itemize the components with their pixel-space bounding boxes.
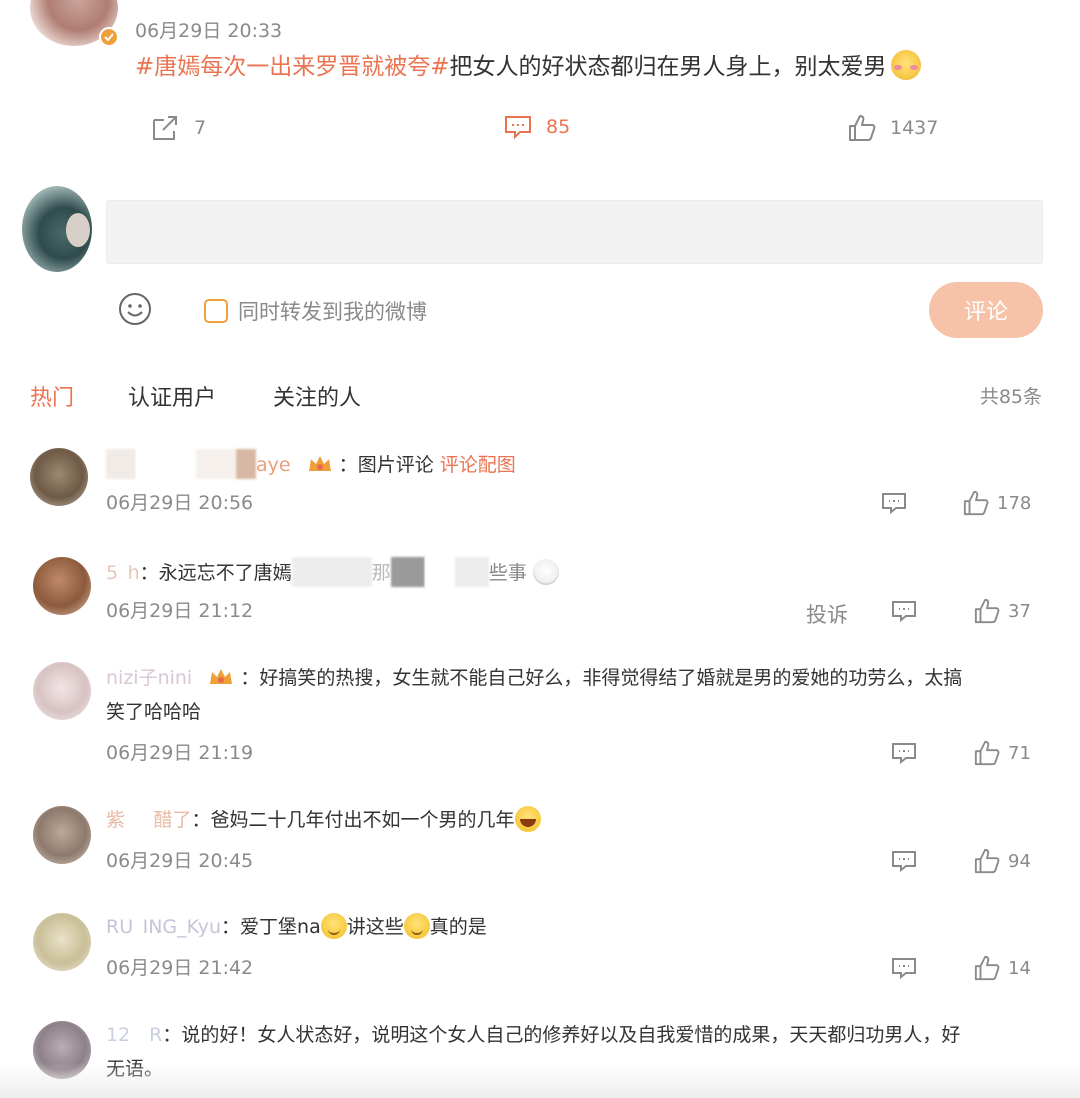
- comment-text: 爸妈二十几年付出不如一个男的几年: [210, 809, 515, 831]
- comment-row: nizi子nini ：好搞笑的热搜，女生就不能自己好么，非得觉得结了婚就是男的爱…: [106, 667, 963, 689]
- comment-like-count: 94: [1008, 850, 1031, 872]
- comment-total: 共85条: [979, 386, 1042, 408]
- tab-followed[interactable]: 关注的人: [273, 380, 361, 412]
- smile-emoji-icon: [403, 913, 430, 939]
- like-count: 1437: [890, 117, 939, 139]
- comment-like-button[interactable]: 14: [974, 955, 1031, 981]
- comment-like-count: 37: [1008, 600, 1031, 622]
- comment-like-count: 14: [1008, 957, 1031, 979]
- comment-timestamp: 06月29日 21:19: [106, 742, 254, 764]
- comment-author[interactable]: RU ING_Kyu: [106, 916, 221, 938]
- like-icon: [974, 598, 1000, 624]
- comment-image-link[interactable]: 评论配图: [440, 454, 516, 476]
- tab-verified-users[interactable]: 认证用户: [128, 380, 216, 412]
- scroll-fade: [0, 1062, 1080, 1098]
- repost-checkbox-label: 同时转发到我的微博: [238, 300, 427, 324]
- comment-icon: [505, 116, 531, 140]
- panda-emoji-icon: [532, 559, 559, 585]
- like-button[interactable]: 1437: [848, 114, 938, 142]
- like-icon: [849, 115, 876, 141]
- comment-icon: [892, 601, 916, 623]
- comment-avatar[interactable]: [33, 662, 91, 720]
- laugh-emoji-icon: [514, 806, 541, 832]
- like-icon: [963, 490, 989, 516]
- current-user-avatar-detail: [66, 213, 90, 247]
- post-timestamp: 06月29日 20:33: [135, 20, 283, 42]
- comment-button[interactable]: 85: [504, 114, 570, 140]
- comment-icon: [892, 958, 916, 980]
- post-content: #唐嫣每次一出来罗晋就被夸#把女人的好状态都归在男人身上，别太爱男: [135, 50, 921, 82]
- like-icon: [974, 848, 1000, 874]
- repost-button[interactable]: 7: [150, 114, 206, 142]
- reply-button[interactable]: [891, 741, 917, 769]
- comment-text: 图片评论: [357, 454, 434, 476]
- comment-like-count: 71: [1008, 742, 1031, 764]
- comment-icon: [892, 851, 916, 873]
- comment-row: 紫 醋了：爸妈二十几年付出不如一个男的几年: [106, 806, 541, 834]
- like-icon: [974, 955, 1000, 981]
- smile-emoji-icon: [320, 913, 347, 939]
- like-icon: [974, 740, 1000, 766]
- emoji-icon: [119, 293, 151, 325]
- comment-text-continued: 笑了哈哈哈: [106, 701, 202, 723]
- comment-icon: [882, 493, 906, 515]
- comment-row: 12 R：说的好！女人状态好，说明这个女人自己的修养好以及自我爱惜的成果，天天都…: [106, 1024, 961, 1046]
- comment-like-button[interactable]: 94: [974, 848, 1031, 874]
- comment-text: 好搞笑的热搜，女生就不能自己好么，非得觉得结了婚就是男的爱她的功劳么，太搞: [259, 667, 963, 689]
- comment-row: aye ：图片评论 评论配图: [106, 449, 516, 479]
- comment-like-button[interactable]: 178: [963, 490, 1031, 516]
- reply-button[interactable]: [891, 956, 917, 984]
- comment-author[interactable]: 紫 醋了: [106, 809, 192, 831]
- comment-avatar[interactable]: [30, 448, 88, 506]
- verified-badge-icon: [99, 27, 119, 47]
- comment-author[interactable]: 12 R: [106, 1024, 162, 1046]
- tab-hot[interactable]: 热门: [30, 380, 74, 412]
- comment-author[interactable]: nizi子nini: [106, 667, 192, 689]
- comment-like-button[interactable]: 37: [974, 598, 1031, 624]
- report-button[interactable]: 投诉: [806, 599, 848, 629]
- reply-button[interactable]: [891, 599, 917, 627]
- comment-timestamp: 06月29日 20:56: [106, 492, 254, 514]
- comment-timestamp: 06月29日 20:45: [106, 850, 254, 872]
- emoji-picker-button[interactable]: [118, 292, 152, 326]
- post-body: 把女人的好状态都归在男人身上，别太爱男: [449, 54, 887, 80]
- comment-input[interactable]: [106, 200, 1043, 264]
- comment-author[interactable]: 5 h: [106, 562, 140, 584]
- reply-button[interactable]: [891, 849, 917, 877]
- comment-avatar[interactable]: [33, 913, 91, 971]
- repost-count: 7: [194, 117, 207, 139]
- comment-timestamp: 06月29日 21:12: [106, 600, 254, 622]
- comment-row: 5 h：永远忘不了唐嫣那些事: [106, 557, 559, 587]
- comment-timestamp: 06月29日 21:42: [106, 957, 254, 979]
- post-topic-link[interactable]: #唐嫣每次一出来罗晋就被夸#: [135, 54, 450, 80]
- comment-count: 85: [546, 116, 571, 138]
- comment-text: 说的好！女人状态好，说明这个女人自己的修养好以及自我爱惜的成果，天天都归功男人，…: [181, 1024, 961, 1046]
- crown-badge-icon: [210, 669, 233, 684]
- comment-icon: [892, 743, 916, 765]
- comment-avatar[interactable]: [33, 806, 91, 864]
- crown-badge-icon: [308, 456, 331, 471]
- reply-button[interactable]: [881, 491, 907, 519]
- comment-like-button[interactable]: 71: [974, 740, 1031, 766]
- comment-row: RU ING_Kyu：爱丁堡na 讲这些 真的是: [106, 913, 487, 941]
- comment-avatar[interactable]: [33, 557, 91, 615]
- comment-author[interactable]: aye: [256, 454, 291, 476]
- submit-comment-button[interactable]: 评论: [929, 282, 1043, 338]
- comment-like-count: 178: [997, 492, 1032, 514]
- post-author-name-blurred: [136, 0, 336, 4]
- repost-icon: [153, 116, 177, 140]
- blush-emoji-icon: [890, 50, 921, 80]
- repost-checkbox[interactable]: [204, 299, 228, 323]
